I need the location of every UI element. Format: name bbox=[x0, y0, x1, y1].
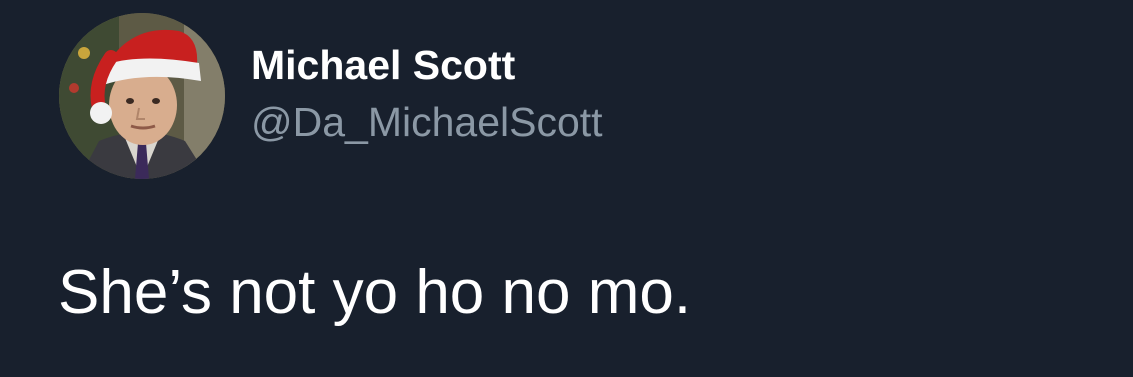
user-handle[interactable]: @Da_MichaelScott bbox=[251, 96, 603, 148]
tweet-card: Michael Scott @Da_MichaelScott She’s not… bbox=[0, 0, 1133, 377]
avatar[interactable] bbox=[59, 13, 225, 179]
display-name[interactable]: Michael Scott bbox=[251, 40, 515, 90]
avatar-image bbox=[59, 13, 225, 179]
tweet-text: She’s not yo ho no mo. bbox=[58, 258, 692, 327]
